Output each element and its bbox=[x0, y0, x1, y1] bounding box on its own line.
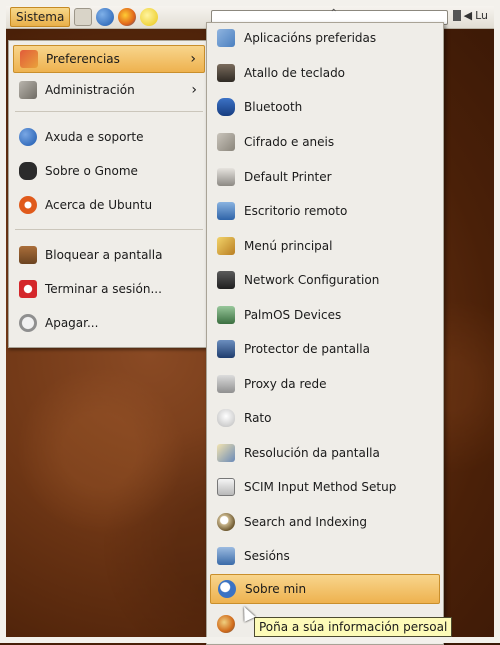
preferencias-submenu: Aplicacións preferidas Atallo de teclado… bbox=[206, 22, 444, 645]
keyboard-icon bbox=[217, 64, 235, 82]
help-icon[interactable] bbox=[96, 8, 115, 26]
submenu-item-label: Proxy da rede bbox=[244, 377, 327, 391]
submenu-item-label: Atallo de teclado bbox=[244, 66, 346, 80]
lock-screen-icon bbox=[19, 246, 37, 264]
printer-icon bbox=[217, 168, 235, 186]
menu-item-label: Axuda e soporte bbox=[45, 130, 144, 144]
gnome-foot-icon bbox=[19, 162, 37, 180]
submenu-item-protector-pantalla[interactable]: Protector de pantalla bbox=[210, 334, 440, 364]
submenu-item-rato[interactable]: Rato bbox=[210, 403, 440, 433]
menu-item-label: Sobre o Gnome bbox=[45, 164, 138, 178]
personal-info-icon bbox=[217, 615, 235, 633]
keyring-icon bbox=[217, 133, 235, 151]
resolution-icon bbox=[217, 444, 235, 462]
submenu-item-cifrado[interactable]: Cifrado e aneis bbox=[210, 127, 440, 157]
sessions-icon bbox=[217, 547, 235, 565]
menu-separator bbox=[15, 229, 203, 230]
combo-arrow-icon: ⌃ bbox=[329, 8, 338, 19]
submenu-item-aplicacions[interactable]: Aplicacións preferidas bbox=[210, 23, 440, 53]
menu-item-label: Terminar a sesión... bbox=[45, 282, 162, 296]
submenu-item-label: Sesións bbox=[244, 549, 290, 563]
firefox-icon[interactable] bbox=[118, 8, 137, 26]
menu-item-apagar[interactable]: Apagar... bbox=[13, 309, 205, 337]
about-me-icon bbox=[218, 580, 236, 598]
menu-item-sobre-gnome[interactable]: Sobre o Gnome bbox=[13, 157, 205, 185]
network-icon bbox=[217, 271, 235, 289]
preferences-icon bbox=[20, 50, 38, 68]
home-icon[interactable] bbox=[74, 8, 93, 26]
proxy-icon bbox=[217, 375, 235, 393]
menu-item-label: Apagar... bbox=[45, 316, 99, 330]
submenu-item-menu-principal[interactable]: Menú principal bbox=[210, 231, 440, 261]
submenu-item-atallo-teclado[interactable]: Atallo de teclado bbox=[210, 58, 440, 88]
menu-item-label: Administración bbox=[45, 83, 135, 97]
menu-item-administracion[interactable]: Administración › bbox=[13, 76, 205, 104]
submenu-item-scim-setup[interactable]: SCIM Input Method Setup bbox=[210, 472, 440, 502]
submenu-item-network-configuration[interactable]: Network Configuration bbox=[210, 265, 440, 295]
submenu-item-label: Aplicacións preferidas bbox=[244, 31, 377, 45]
volume-icon[interactable]: ◀ bbox=[464, 9, 472, 22]
menu-editor-icon bbox=[217, 237, 235, 255]
submenu-item-escritorio-remoto[interactable]: Escritorio remoto bbox=[210, 196, 440, 226]
submenu-item-label: Network Configuration bbox=[244, 273, 380, 287]
submenu-item-bluetooth[interactable]: Bluetooth bbox=[210, 92, 440, 122]
administration-icon bbox=[19, 81, 37, 99]
sistema-label: Sistema bbox=[16, 10, 65, 24]
remote-desktop-icon bbox=[217, 202, 235, 220]
submenu-item-label: Sobre min bbox=[245, 582, 307, 596]
submenu-item-default-printer[interactable]: Default Printer bbox=[210, 162, 440, 192]
menu-item-terminar-sesion[interactable]: Terminar a sesión... bbox=[13, 275, 205, 303]
submenu-item-label: Protector de pantalla bbox=[244, 342, 370, 356]
power-icon bbox=[19, 314, 37, 332]
submenu-item-label: SCIM Input Method Setup bbox=[244, 480, 397, 494]
mouse-icon bbox=[217, 409, 235, 427]
menu-item-preferencias[interactable]: Preferencias › bbox=[13, 45, 205, 73]
sistema-menu: Preferencias › Administración › Axuda e … bbox=[8, 40, 210, 348]
submenu-item-label: Cifrado e aneis bbox=[244, 135, 335, 149]
search-icon bbox=[217, 513, 235, 531]
ubuntu-icon bbox=[19, 196, 37, 214]
screensaver-icon bbox=[217, 340, 235, 358]
menu-item-label: Bloquear a pantalla bbox=[45, 248, 163, 262]
tooltip: Poña a súa información persoal bbox=[254, 617, 453, 637]
submenu-item-label: Rato bbox=[244, 411, 272, 425]
preferred-apps-icon bbox=[217, 29, 235, 47]
logout-icon bbox=[19, 280, 37, 298]
palm-icon bbox=[217, 306, 235, 324]
trash-icon[interactable] bbox=[452, 10, 461, 21]
submenu-item-label: Search and Indexing bbox=[244, 515, 368, 529]
submenu-item-label: Menú principal bbox=[244, 239, 333, 253]
menu-item-acerca-ubuntu[interactable]: Acerca de Ubuntu bbox=[13, 191, 205, 219]
submenu-item-label: Default Printer bbox=[244, 170, 332, 184]
bluetooth-icon bbox=[217, 98, 235, 116]
help-icon bbox=[19, 128, 37, 146]
scim-icon bbox=[217, 478, 235, 496]
submenu-arrow-icon: › bbox=[191, 82, 197, 98]
submenu-item-label: Resolución da pantalla bbox=[244, 446, 380, 460]
submenu-item-proxy-rede[interactable]: Proxy da rede bbox=[210, 369, 440, 399]
tray-clock-text[interactable]: Lu bbox=[475, 9, 488, 22]
menu-item-label: Acerca de Ubuntu bbox=[45, 198, 153, 212]
tooltip-text: Poña a súa información persoal bbox=[259, 620, 448, 634]
submenu-arrow-icon: › bbox=[190, 51, 196, 67]
submenu-item-resolucion-pantalla[interactable]: Resolución da pantalla bbox=[210, 438, 440, 468]
submenu-item-palmos-devices[interactable]: PalmOS Devices bbox=[210, 300, 440, 330]
notes-icon[interactable] bbox=[140, 8, 159, 26]
sistema-menu-button[interactable]: Sistema bbox=[10, 7, 71, 27]
submenu-item-label: Bluetooth bbox=[244, 100, 303, 114]
menu-separator bbox=[15, 111, 203, 112]
submenu-item-sobre-min[interactable]: Sobre min bbox=[210, 574, 440, 604]
menu-item-bloquear[interactable]: Bloquear a pantalla bbox=[13, 241, 205, 269]
submenu-item-label: PalmOS Devices bbox=[244, 308, 342, 322]
system-tray: ◀ Lu bbox=[452, 9, 488, 22]
menu-item-axuda[interactable]: Axuda e soporte bbox=[13, 123, 205, 151]
submenu-item-search-indexing[interactable]: Search and Indexing bbox=[210, 507, 440, 537]
submenu-item-sesions[interactable]: Sesións bbox=[210, 541, 440, 571]
menu-item-label: Preferencias bbox=[46, 52, 120, 66]
submenu-item-label: Escritorio remoto bbox=[244, 204, 348, 218]
